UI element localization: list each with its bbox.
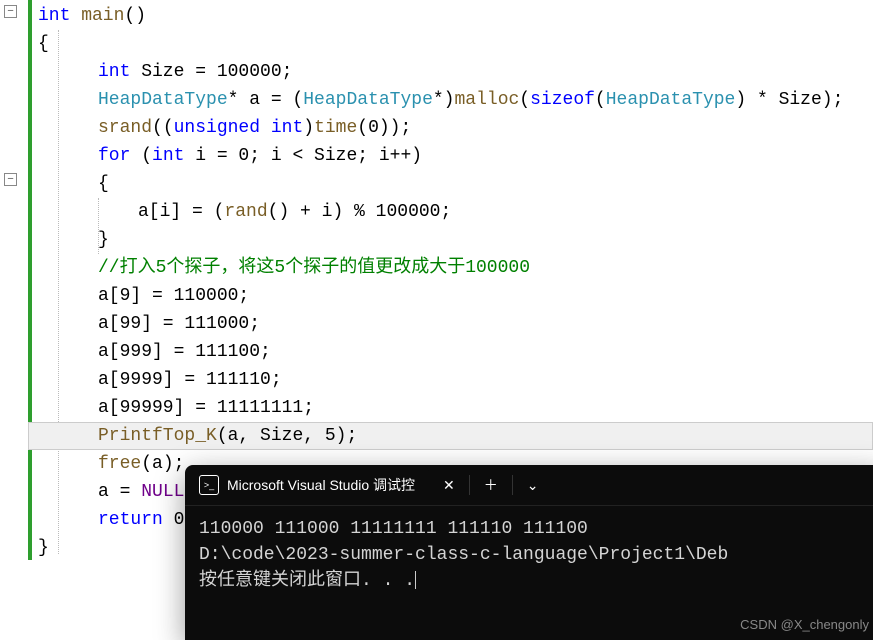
output-line: D:\code\2023-summer-class-c-language\Pro… bbox=[199, 545, 728, 565]
terminal-icon: >_ bbox=[199, 475, 219, 495]
fold-toggle[interactable] bbox=[4, 5, 17, 18]
code-line: srand((unsigned int)time(0)); bbox=[28, 114, 873, 142]
terminal-window[interactable]: >_ Microsoft Visual Studio 调试控 ✕ ＋ ⌄ 110… bbox=[185, 465, 873, 640]
close-tab-button[interactable]: ✕ bbox=[429, 477, 469, 494]
terminal-titlebar[interactable]: >_ Microsoft Visual Studio 调试控 ✕ ＋ ⌄ bbox=[185, 465, 873, 506]
output-line: 按任意键关闭此窗口. . . bbox=[199, 571, 415, 591]
cursor bbox=[415, 571, 416, 589]
fold-toggle[interactable] bbox=[4, 173, 17, 186]
terminal-title: Microsoft Visual Studio 调试控 bbox=[227, 475, 415, 495]
output-line: 110000 111000 11111111 111110 111100 bbox=[199, 519, 588, 539]
code-line-active: PrintfTop_K(a, Size, 5); bbox=[28, 422, 873, 450]
terminal-tab[interactable]: >_ Microsoft Visual Studio 调试控 bbox=[185, 465, 429, 505]
code-line: { bbox=[28, 30, 873, 58]
code-line: } bbox=[28, 226, 873, 254]
code-line: a[i] = (rand() + i) % 100000; bbox=[28, 198, 873, 226]
code-line: a[99] = 111000; bbox=[28, 310, 873, 338]
code-line: a[999] = 111100; bbox=[28, 338, 873, 366]
code-line: { bbox=[28, 170, 873, 198]
code-line: for (int i = 0; i < Size; i++) bbox=[28, 142, 873, 170]
code-line: a[9999] = 111110; bbox=[28, 366, 873, 394]
code-line: int Size = 100000; bbox=[28, 58, 873, 86]
new-tab-button[interactable]: ＋ bbox=[470, 475, 512, 495]
tab-dropdown-button[interactable]: ⌄ bbox=[513, 477, 553, 494]
code-line: HeapDataType* a = (HeapDataType*)malloc(… bbox=[28, 86, 873, 114]
code-line: a[99999] = 11111111; bbox=[28, 394, 873, 422]
watermark: CSDN @X_chengonly bbox=[740, 617, 869, 632]
terminal-output[interactable]: 110000 111000 11111111 111110 111100 D:\… bbox=[185, 506, 873, 604]
code-line: //打入5个探子，将这5个探子的值更改成大于100000 bbox=[28, 254, 873, 282]
gutter bbox=[0, 0, 28, 636]
code-line: a[9] = 110000; bbox=[28, 282, 873, 310]
code-line: int main() bbox=[28, 2, 873, 30]
